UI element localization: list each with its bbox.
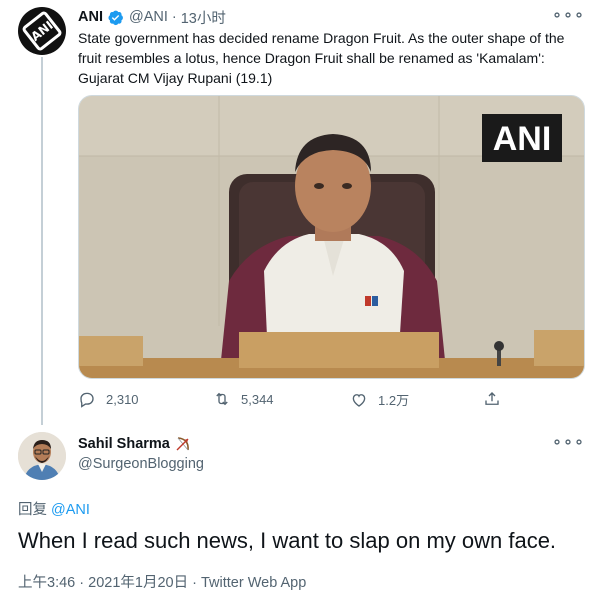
like-count: 1.2万 bbox=[378, 393, 410, 408]
share-icon bbox=[485, 392, 499, 405]
like-button[interactable]: 1.2万 bbox=[350, 390, 409, 409]
retweet-button[interactable]: 5,344 bbox=[213, 390, 274, 408]
reply-button[interactable]: 2,310 bbox=[78, 390, 139, 408]
author-handle[interactable]: @ANI bbox=[129, 9, 168, 25]
tweet-actions: 2,310 5,344 1.2万 bbox=[78, 390, 508, 412]
thread-line bbox=[41, 57, 43, 425]
share-button[interactable] bbox=[483, 390, 511, 408]
reply-date[interactable]: 2021年1月20日 bbox=[88, 575, 188, 591]
reply-prefix: 回复 bbox=[18, 502, 47, 518]
reply-time[interactable]: 上午3:46 bbox=[18, 575, 75, 591]
replying-to: 回复 @ANI bbox=[18, 498, 90, 519]
reply-more-icon[interactable]: ∘∘∘ bbox=[552, 432, 585, 452]
bow-arrow-emoji bbox=[176, 437, 189, 451]
reply-count: 2,310 bbox=[106, 391, 139, 407]
media-watermark: ANI bbox=[493, 120, 552, 158]
reply-author-name[interactable]: Sahil Sharma bbox=[78, 436, 170, 452]
more-icon[interactable]: ∘∘∘ bbox=[552, 5, 585, 25]
tweet-media-image[interactable]: ANI bbox=[78, 95, 585, 379]
meta-separator: · bbox=[79, 575, 85, 591]
tweet-time[interactable]: 13小时 bbox=[181, 7, 226, 28]
reply-to-handle-link[interactable]: @ANI bbox=[51, 502, 90, 518]
sahil-avatar[interactable] bbox=[18, 432, 66, 480]
retweet-count: 5,344 bbox=[241, 391, 274, 407]
reply-author-handle[interactable]: @SurgeonBlogging bbox=[78, 456, 204, 472]
ani-logo-icon: ANI bbox=[20, 9, 64, 53]
separator: · bbox=[171, 9, 177, 25]
author-name[interactable]: ANI bbox=[78, 9, 103, 25]
reply-meta: 上午3:46 · 2021年1月20日 · Twitter Web App bbox=[18, 571, 306, 592]
reply-icon bbox=[80, 392, 94, 408]
reply-text: When I read such news, I want to slap on… bbox=[18, 528, 557, 553]
tweet-text: State government has decided rename Drag… bbox=[78, 30, 565, 86]
tweet-header: ANI @ANI · 13小时 bbox=[78, 7, 226, 27]
retweet-icon bbox=[216, 392, 228, 406]
reply-header: Sahil Sharma bbox=[78, 436, 191, 452]
verified-badge-icon bbox=[108, 10, 123, 25]
meta-separator-2: · bbox=[192, 575, 197, 591]
like-icon bbox=[352, 393, 366, 407]
ani-avatar[interactable]: ANI bbox=[18, 7, 66, 55]
reply-client: Twitter Web App bbox=[201, 575, 307, 591]
